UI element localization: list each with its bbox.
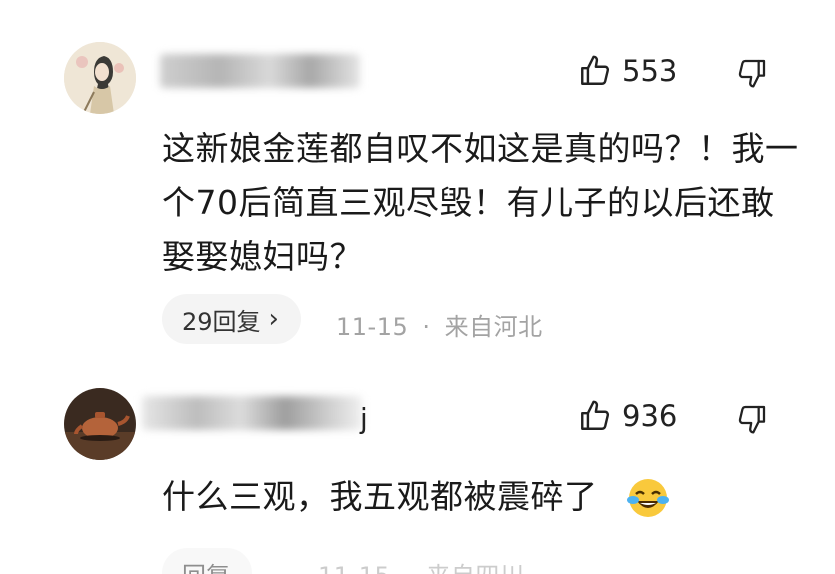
like-count: 553 bbox=[622, 54, 678, 88]
comment-meta: 11-15 · 来自河北 bbox=[336, 307, 543, 342]
comment-text: 什么三观，我五观都被震碎了 bbox=[162, 477, 598, 516]
thumbs-down-icon[interactable] bbox=[736, 57, 768, 89]
meta-separator: · bbox=[422, 313, 431, 341]
comment-text: 这新娘金莲都自叹不如这是真的吗？！我一个70后简直三观尽毁！有儿子的以后还敢娶娶… bbox=[162, 129, 799, 276]
comment-date: 11-15 bbox=[336, 313, 409, 341]
reply-count-button[interactable]: 回复 bbox=[162, 548, 252, 574]
reply-count-label: 29回复 bbox=[182, 307, 261, 336]
thumbs-down-icon[interactable] bbox=[736, 403, 768, 435]
comment-list: 553 这新娘金莲都自叹不如这是真的吗？！我一个70后简直三观尽毁！有儿子的以后… bbox=[0, 0, 835, 574]
comment-date: 11-15 bbox=[318, 562, 390, 574]
comment-meta: 11-15 来自四川 bbox=[318, 556, 524, 574]
avatar[interactable] bbox=[64, 388, 136, 460]
reply-count-button[interactable]: 29回复 › bbox=[162, 294, 301, 344]
thumbs-up-icon bbox=[581, 55, 610, 85]
thumbs-up-icon bbox=[581, 400, 610, 430]
username-redacted bbox=[160, 54, 360, 88]
username-redacted bbox=[142, 396, 362, 430]
comment-location: 来自河北 bbox=[444, 313, 543, 341]
reply-count-label: 回复 bbox=[182, 556, 230, 574]
chevron-right-icon: › bbox=[268, 304, 279, 334]
comment-location: 来自四川 bbox=[426, 562, 524, 574]
username-text: j bbox=[360, 402, 368, 435]
like-button[interactable]: 553 bbox=[578, 54, 677, 88]
like-button[interactable]: 936 bbox=[578, 399, 677, 433]
like-count: 936 bbox=[622, 399, 678, 433]
avatar[interactable] bbox=[64, 42, 136, 114]
crying-laughing-emoji bbox=[627, 479, 669, 517]
